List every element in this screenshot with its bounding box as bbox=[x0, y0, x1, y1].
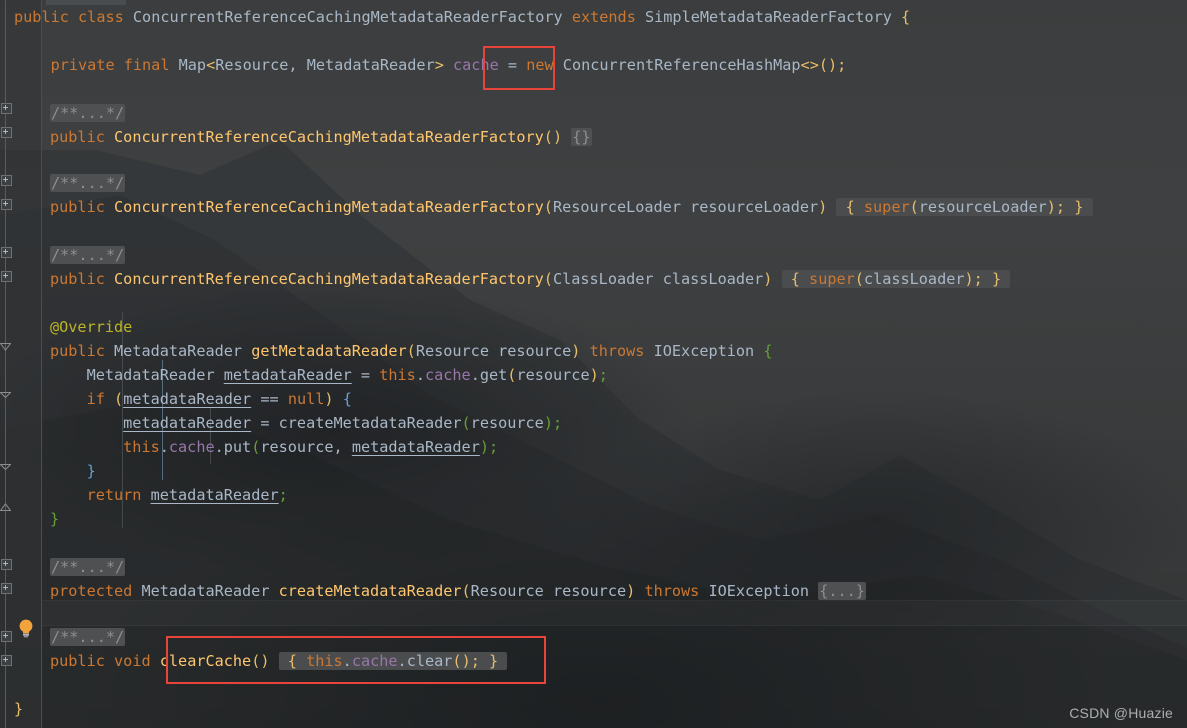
fold-placeholder-comment: /**...*/ bbox=[50, 558, 126, 576]
code-line-22[interactable]: } bbox=[14, 697, 23, 721]
code-editor-window[interactable]: public class ConcurrentReferenceCachingM… bbox=[0, 0, 1187, 728]
fold-placeholder-super-classloader: { super(classLoader); } bbox=[781, 270, 1011, 288]
fold-placeholder-comment: /**...*/ bbox=[50, 246, 126, 264]
code-line-8[interactable]: public ConcurrentReferenceCachingMetadat… bbox=[50, 267, 1011, 291]
fold-placeholder-clear-body: { this.cache.clear(); } bbox=[278, 652, 508, 670]
code-line-15[interactable]: } bbox=[50, 459, 96, 483]
code-line-4[interactable]: public ConcurrentReferenceCachingMetadat… bbox=[50, 125, 592, 149]
code-line-6[interactable]: public ConcurrentReferenceCachingMetadat… bbox=[50, 195, 1093, 219]
code-line-17[interactable]: } bbox=[50, 507, 59, 531]
code-line-20-folded-comment[interactable]: /**...*/ bbox=[50, 625, 126, 649]
code-line-5-folded-comment[interactable]: /**...*/ bbox=[50, 171, 126, 195]
code-line-10[interactable]: public MetadataReader getMetadataReader(… bbox=[50, 339, 773, 363]
fold-placeholder-super-resourceloader: { super(resourceLoader); } bbox=[836, 198, 1093, 216]
csdn-watermark: CSDN @Huazie bbox=[1069, 705, 1173, 721]
code-line-12[interactable]: if (metadataReader == null) { bbox=[50, 387, 352, 411]
code-line-21[interactable]: public void clearCache() { this.cache.cl… bbox=[50, 649, 508, 673]
code-line-11[interactable]: MetadataReader metadataReader = this.cac… bbox=[50, 363, 608, 387]
fold-placeholder-body: {...} bbox=[818, 582, 866, 600]
code-line-1[interactable]: public class ConcurrentReferenceCachingM… bbox=[14, 5, 910, 29]
fold-placeholder-comment: /**...*/ bbox=[50, 174, 126, 192]
code-line-2[interactable]: private final Map<Resource, MetadataRead… bbox=[14, 53, 847, 77]
code-line-3-folded-comment[interactable]: /**...*/ bbox=[50, 101, 126, 125]
code-line-18-folded-comment[interactable]: /**...*/ bbox=[50, 555, 126, 579]
code-line-19[interactable]: protected MetadataReader createMetadataR… bbox=[50, 579, 866, 603]
code-line-7-folded-comment[interactable]: /**...*/ bbox=[50, 243, 126, 267]
code-content[interactable]: public class ConcurrentReferenceCachingM… bbox=[0, 0, 1187, 728]
fold-placeholder-comment: /**...*/ bbox=[50, 104, 126, 122]
code-line-14[interactable]: this.cache.put(resource, metadataReader)… bbox=[50, 435, 498, 459]
code-line-13[interactable]: metadataReader = createMetadataReader(re… bbox=[50, 411, 562, 435]
override-annotation: @Override bbox=[50, 318, 133, 336]
code-line-9-annotation[interactable]: @Override bbox=[50, 315, 132, 339]
fold-placeholder-comment: /**...*/ bbox=[50, 628, 126, 646]
fold-placeholder-empty-body: {} bbox=[571, 128, 592, 146]
code-line-16[interactable]: return metadataReader; bbox=[50, 483, 288, 507]
